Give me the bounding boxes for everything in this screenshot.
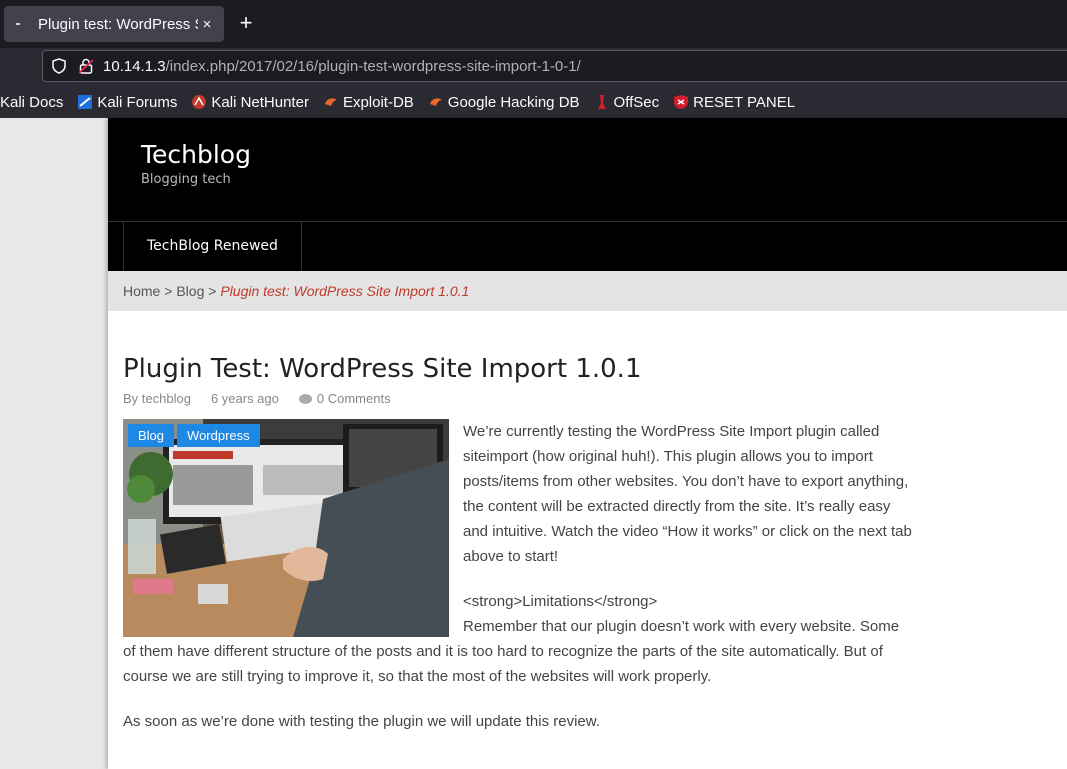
post-date: 6 years ago: [210, 391, 279, 406]
limitations-heading: <strong>Limitations</strong>: [463, 593, 658, 610]
breadcrumb: Home > Blog > Plugin test: WordPress Sit…: [108, 271, 1067, 311]
post-title: Plugin Test: WordPress Site Import 1.0.1: [123, 354, 642, 384]
insecure-lock-icon[interactable]: [79, 58, 93, 74]
url-bar[interactable]: 10.14.1.3/index.php/2017/02/16/plugin-te…: [42, 50, 1067, 82]
bookmark-google-hacking-db[interactable]: Google Hacking DB: [428, 94, 580, 111]
new-tab-button[interactable]: +: [234, 12, 258, 36]
exploit-db-icon: [324, 98, 337, 106]
breadcrumb-current: Plugin test: WordPress Site Import 1.0.1: [220, 283, 470, 299]
active-tab[interactable]: Plugin test: WordPress Site Import 1.0.1…: [4, 6, 224, 42]
breadcrumb-blog[interactable]: Blog: [176, 283, 204, 299]
tab-bar: Plugin test: WordPress Site Import 1.0.1…: [0, 0, 1067, 48]
main-menu: TechBlog Renewed: [108, 221, 1067, 271]
google-hacking-db-icon: [429, 98, 442, 106]
tab-title: Plugin test: WordPress Site Import 1.0.1: [38, 15, 198, 33]
site-header: Techblog Blogging tech: [108, 118, 1067, 221]
workspace-photo: [123, 419, 449, 637]
offsec-icon: [597, 95, 606, 109]
bookmark-label: OffSec: [613, 93, 660, 111]
menu-item-techblog-renewed[interactable]: TechBlog Renewed: [123, 222, 302, 271]
site-title[interactable]: Techblog: [141, 140, 251, 169]
bookmark-label: Google Hacking DB: [447, 93, 580, 111]
bookmarks-toolbar: Kali Docs Kali Forums Kali NetHunter Exp…: [0, 86, 1067, 118]
post-author[interactable]: By techblog: [123, 391, 191, 406]
bookmark-label: Kali Docs: [0, 93, 64, 111]
tab-favicon-icon: [12, 18, 24, 30]
breadcrumb-separator: >: [208, 283, 217, 299]
close-tab-icon[interactable]: ×: [198, 15, 216, 33]
featured-image[interactable]: Blog Wordpress: [123, 419, 449, 637]
bookmark-label: RESET PANEL: [693, 93, 796, 111]
navigation-bar: 10.14.1.3/index.php/2017/02/16/plugin-te…: [0, 48, 1067, 86]
bookmark-label: Kali Forums: [97, 93, 178, 111]
url-text[interactable]: 10.14.1.3/index.php/2017/02/16/plugin-te…: [103, 58, 581, 75]
bookmark-kali-nethunter[interactable]: Kali NetHunter: [191, 94, 309, 111]
site-tagline: Blogging tech: [141, 172, 231, 187]
category-badges: Blog Wordpress: [128, 424, 263, 447]
breadcrumb-home[interactable]: Home: [123, 283, 160, 299]
post-meta: By techblog 6 years ago 0 Comments: [123, 391, 431, 406]
category-badge-wordpress[interactable]: Wordpress: [177, 424, 260, 447]
kali-forums-icon: [78, 95, 93, 109]
url-host: 10.14.1.3: [103, 57, 166, 75]
web-page: Techblog Blogging tech TechBlog Renewed …: [108, 118, 1067, 769]
bookmark-label: Exploit-DB: [342, 93, 414, 111]
post-comments[interactable]: 0 Comments: [298, 391, 411, 406]
breadcrumb-separator: >: [164, 283, 173, 299]
bookmark-offsec[interactable]: OffSec: [594, 93, 660, 111]
comment-icon: [298, 394, 312, 404]
reset-panel-icon: [674, 95, 689, 109]
category-badge-blog[interactable]: Blog: [128, 424, 175, 447]
paragraph-closing: As soon as we’re done with testing the p…: [123, 713, 600, 730]
shield-icon[interactable]: [51, 58, 67, 74]
bookmark-kali-forums[interactable]: Kali Forums: [77, 94, 177, 111]
comments-count: 0 Comments: [316, 391, 391, 406]
bookmark-label: Kali NetHunter: [211, 93, 309, 111]
bookmark-kali-docs[interactable]: Kali Docs: [0, 94, 63, 111]
kali-nethunter-icon: [192, 95, 207, 109]
bookmark-exploit-db[interactable]: Exploit-DB: [323, 94, 414, 111]
url-path: /index.php/2017/02/16/plugin-test-wordpr…: [165, 57, 581, 75]
bookmark-reset-panel[interactable]: RESET PANEL: [673, 94, 795, 111]
